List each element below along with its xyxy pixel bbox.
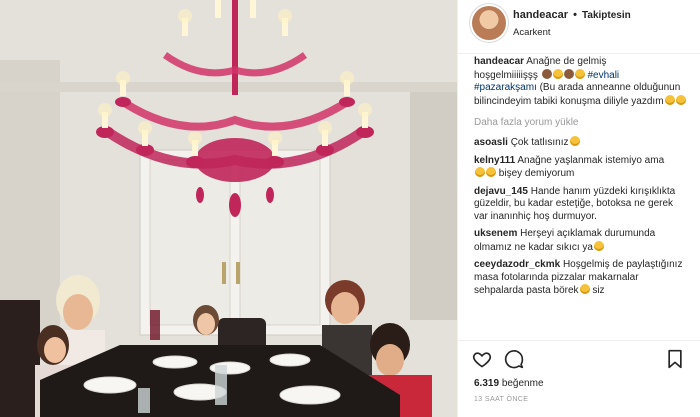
smile-emoji-icon <box>569 136 580 146</box>
like-number: 6.319 <box>474 378 500 389</box>
post-side-panel: handeacar • Takiptesin Acarkent handeaca… <box>457 0 700 417</box>
thumbs-up-emoji-icon <box>664 94 675 105</box>
action-icons <box>472 349 687 371</box>
comment-item: kelny111 Anağne yaşlanmak istemiyo ama b… <box>474 155 687 181</box>
comment-item: ceeydazodr_ckmk Hoşgelmiş de paylaştığın… <box>474 259 687 298</box>
laugh-emoji-icon <box>574 68 585 79</box>
post-actions: 6.319 beğenme 13 SAAT ÖNCE <box>458 340 700 417</box>
heart-icon[interactable] <box>472 349 494 371</box>
confused-emoji-icon <box>475 167 485 177</box>
post-header: handeacar • Takiptesin Acarkent <box>458 0 700 54</box>
comment-item: dejavu_145 Hande hanım yüzdeki kırışıklı… <box>474 186 687 224</box>
caption: handeacar Anağne de gelmiş hoşgelmiiiiiş… <box>474 56 687 108</box>
hashtag-link[interactable]: #pazarakşamı <box>474 82 537 93</box>
family-emoji-icon <box>563 68 574 79</box>
smile-emoji-icon <box>552 68 563 79</box>
grin-emoji-icon <box>579 284 590 294</box>
like-count[interactable]: 6.319 beğenme <box>474 378 544 389</box>
comment-item: asoasli Çok tatlısınız <box>474 136 687 150</box>
header-username[interactable]: handeacar <box>513 9 568 21</box>
comment-username[interactable]: kelny111 <box>474 155 515 166</box>
comment-icon[interactable] <box>504 349 526 371</box>
post-timestamp: 13 SAAT ÖNCE <box>474 396 529 403</box>
comment-username[interactable]: ceeydazodr_ckmk <box>474 259 560 270</box>
header-user-line: handeacar • Takiptesin <box>513 9 631 21</box>
comment-username[interactable]: asoasli <box>474 137 508 148</box>
bookmark-icon[interactable] <box>665 349 687 371</box>
load-more-comments-button[interactable]: Daha fazla yorum yükle <box>474 117 687 128</box>
comment-username[interactable]: dejavu_145 <box>474 186 528 197</box>
post-photo[interactable] <box>0 0 457 417</box>
raised-hand-emoji-icon <box>675 94 686 105</box>
caption-line1: Anağne de gelmiş <box>526 56 607 67</box>
photo-illustration <box>0 0 457 417</box>
caption-username[interactable]: handeacar <box>474 56 524 67</box>
comment-username[interactable]: uksenem <box>474 228 517 239</box>
comments-section[interactable]: handeacar Anağne de gelmiş hoşgelmiiiiiş… <box>458 54 700 340</box>
comment-text: Çok tatlısınız <box>510 137 569 148</box>
location-link[interactable]: Acarkent <box>513 27 551 38</box>
hashtag-link[interactable]: #evhali <box>587 70 619 81</box>
comment-item: uksenem Herşeyi açıklamak durumunda olma… <box>474 228 687 254</box>
caption-line2: hoşgelmiiiiişşş <box>474 69 538 81</box>
comment-text-cont: siz <box>592 285 605 296</box>
follow-status[interactable]: Takiptesin <box>582 10 631 21</box>
header-separator: • <box>573 9 577 21</box>
confused-emoji-icon <box>486 167 496 177</box>
comment-text: Anağne yaşlanmak istemiyo ama <box>517 154 665 166</box>
like-label: beğenme <box>501 378 544 389</box>
pensive-emoji-icon <box>593 240 604 251</box>
family-emoji-icon <box>541 68 552 79</box>
comment-text-cont: bişey demiyorum <box>498 168 575 179</box>
avatar[interactable] <box>472 6 506 40</box>
